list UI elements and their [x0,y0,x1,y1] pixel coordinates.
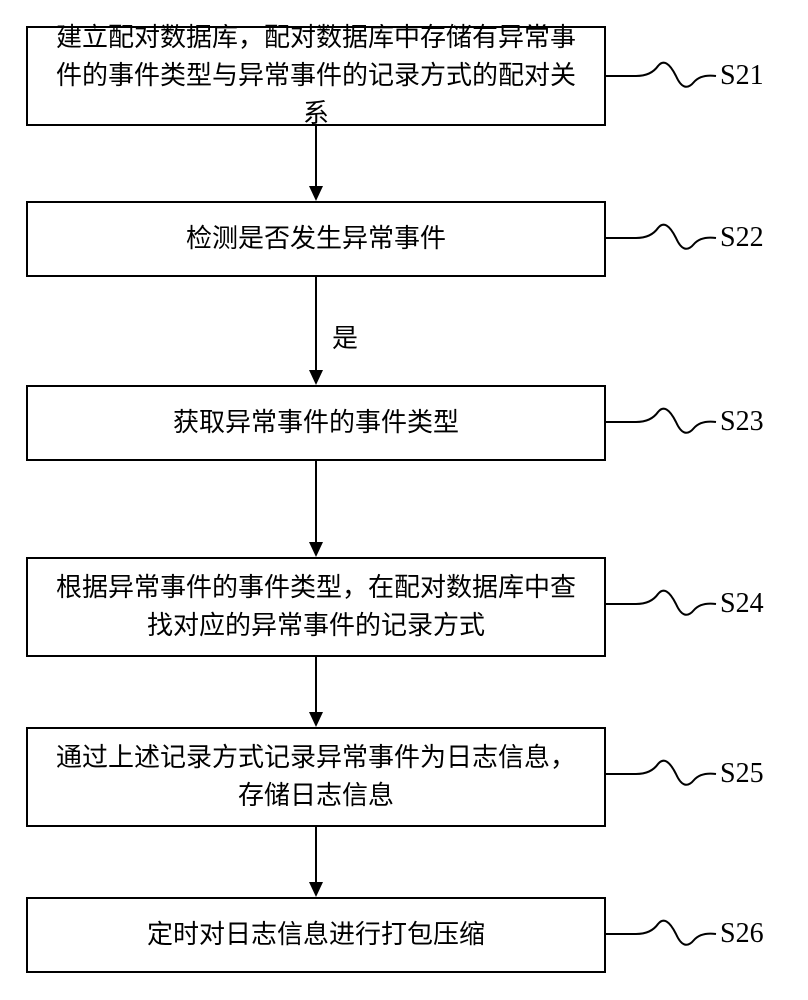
step-text: 检测是否发生异常事件 [186,220,446,258]
step-label-s22: S22 [720,222,764,254]
step-label-s26: S26 [720,918,764,950]
step-label-s24: S24 [720,588,764,620]
step-label-s23: S23 [720,406,764,438]
step-text: 定时对日志信息进行打包压缩 [147,916,485,954]
step-box-s21: 建立配对数据库，配对数据库中存储有异常事件的事件类型与异常事件的记录方式的配对关… [26,26,606,126]
tick-s23 [606,404,716,440]
step-box-s26: 定时对日志信息进行打包压缩 [26,897,606,973]
arrow-s24-s25 [306,657,326,727]
tick-s22 [606,220,716,256]
step-text: 根据异常事件的事件类型，在配对数据库中查找对应的异常事件的记录方式 [44,569,588,644]
edge-label-yes: 是 [332,318,358,355]
tick-s26 [606,916,716,952]
tick-s25 [606,756,716,792]
step-text: 通过上述记录方式记录异常事件为日志信息，存储日志信息 [44,739,588,814]
tick-s21 [606,58,716,94]
step-box-s22: 检测是否发生异常事件 [26,201,606,277]
step-box-s24: 根据异常事件的事件类型，在配对数据库中查找对应的异常事件的记录方式 [26,557,606,657]
step-label-s21: S21 [720,60,764,92]
arrow-s25-s26 [306,827,326,897]
step-text: 获取异常事件的事件类型 [173,404,459,442]
step-box-s25: 通过上述记录方式记录异常事件为日志信息，存储日志信息 [26,727,606,827]
arrow-s23-s24 [306,461,326,557]
tick-s24 [606,586,716,622]
arrow-s21-s22 [306,126,326,201]
step-text: 建立配对数据库，配对数据库中存储有异常事件的事件类型与异常事件的记录方式的配对关… [44,19,588,132]
step-box-s23: 获取异常事件的事件类型 [26,385,606,461]
flowchart-canvas: 建立配对数据库，配对数据库中存储有异常事件的事件类型与异常事件的记录方式的配对关… [0,0,808,1000]
step-label-s25: S25 [720,758,764,790]
arrow-s22-s23 [306,277,326,385]
